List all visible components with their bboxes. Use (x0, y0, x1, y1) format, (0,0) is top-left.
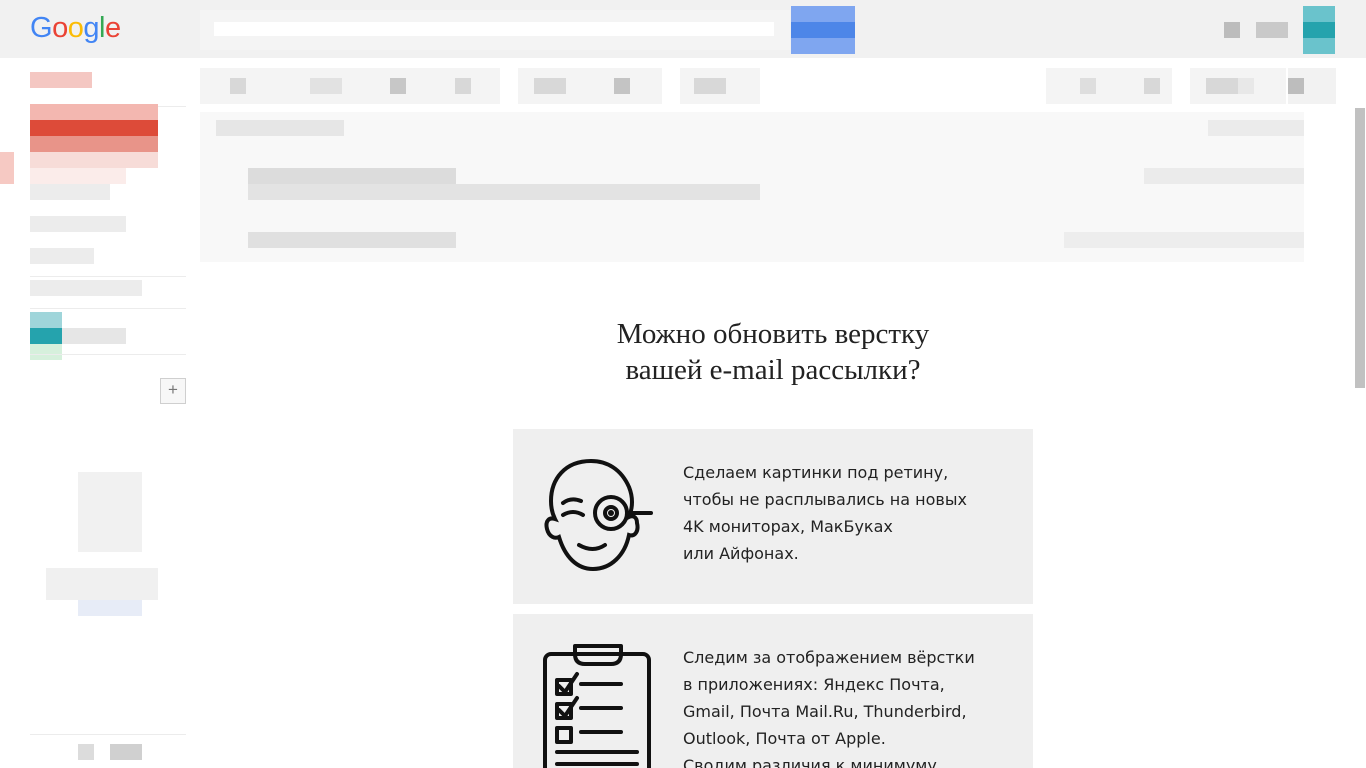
google-logo[interactable]: Google (30, 12, 121, 45)
phone-icon[interactable] (110, 744, 142, 760)
sidebar-item-drafts[interactable] (30, 248, 94, 264)
sender-name[interactable] (248, 168, 456, 184)
toolbar-group-actions (200, 68, 500, 104)
divider (30, 354, 186, 355)
hangouts-name[interactable] (62, 328, 126, 344)
message-toolbar (200, 60, 1366, 104)
hangouts-status (30, 344, 62, 360)
people-icon[interactable] (78, 744, 94, 760)
avatar[interactable] (1303, 6, 1335, 54)
subject-line (216, 120, 344, 136)
toolbar-more (680, 68, 760, 104)
hangouts-avatar[interactable] (30, 328, 62, 344)
more-icon[interactable] (694, 78, 726, 94)
sidebar-item-starred[interactable] (30, 184, 110, 200)
card-2-line: Сводим различия к минимуму. (683, 756, 942, 768)
next-arrow-icon[interactable] (1238, 78, 1254, 94)
message-date-2 (1064, 232, 1304, 248)
logo-letter: G (30, 12, 53, 44)
compose-button[interactable] (30, 120, 158, 136)
logo-letter: o (67, 12, 84, 44)
search-bar[interactable] (200, 10, 790, 50)
hangouts-promo-link[interactable] (78, 600, 142, 616)
headline-line-2: вашей e-mail рассылки? (625, 354, 921, 386)
compose-button-top[interactable] (30, 104, 158, 120)
card-1-line: 4K мониторах, МакБуках (683, 517, 893, 536)
left-sidebar: + (0, 58, 190, 768)
report-icon[interactable] (310, 78, 342, 94)
logo-letter: e (104, 12, 121, 44)
compose-button-bottom[interactable] (30, 136, 158, 152)
message-header (200, 112, 1304, 262)
card-1-text: Сделаем картинки под ретину, чтобы не ра… (683, 459, 1013, 567)
sender-name-2[interactable] (248, 232, 456, 248)
apps-icon[interactable] (1224, 22, 1240, 38)
divider (30, 308, 186, 309)
dropdown-icon[interactable] (614, 78, 630, 94)
delete-icon[interactable] (390, 78, 406, 94)
logo-letter: g (83, 12, 99, 44)
mail-label[interactable] (30, 72, 92, 88)
message-actions[interactable] (1208, 120, 1304, 136)
prev-arrow-icon[interactable] (1206, 78, 1238, 94)
card-1-line: Сделаем картинки под ретину, (683, 463, 949, 482)
toolbar-group-labels (518, 68, 662, 104)
search-input[interactable] (214, 22, 774, 36)
headline-line-1: Можно обновить верстку (616, 318, 930, 350)
card-1-line: чтобы не расплывались на новых (683, 490, 967, 509)
feature-card-clients: Следим за отображением вёрстки в приложе… (513, 614, 1033, 768)
settings-group (1288, 68, 1336, 104)
page-count (1080, 78, 1096, 94)
new-chat-button[interactable]: + (160, 378, 186, 404)
notifications-icon[interactable] (1256, 22, 1288, 38)
top-bar: Google (0, 0, 1366, 58)
archive-icon[interactable] (230, 78, 246, 94)
sidebar-item-more[interactable] (30, 280, 142, 296)
hangouts-promo-text (46, 568, 158, 600)
hangouts-avatar-top (30, 312, 62, 328)
scrollbar[interactable] (1355, 108, 1365, 388)
gear-icon[interactable] (1288, 78, 1304, 94)
sidebar-item-inbox-label[interactable] (30, 168, 126, 184)
clipboard-checklist-icon (543, 644, 651, 768)
recipient-line (248, 184, 760, 200)
winking-face-magnifier-icon (544, 458, 653, 572)
card-2-line: в приложениях: Яндекс Почта, (683, 675, 945, 694)
pagination (1046, 68, 1172, 104)
search-button[interactable] (791, 6, 855, 54)
sidebar-item-sent[interactable] (30, 216, 126, 232)
logo-letter: o (52, 12, 68, 44)
card-2-line: Следим за отображением вёрстки (683, 648, 975, 667)
inbox-indicator (0, 152, 14, 184)
feature-card-retina: Сделаем картинки под ретину, чтобы не ра… (513, 429, 1033, 604)
card-2-line: Outlook, Почта от Apple. (683, 729, 886, 748)
label-icon[interactable] (534, 78, 566, 94)
card-2-text: Следим за отображением вёрстки в приложе… (683, 644, 1013, 768)
email-headline: Можно обновить верстку вашей e-mail расс… (513, 316, 1033, 388)
gmail-window: Google + Можно обновить верстку вашей e-… (0, 0, 1366, 768)
message-date (1144, 168, 1304, 184)
move-icon[interactable] (455, 78, 471, 94)
divider (30, 276, 186, 277)
plus-icon: + (168, 380, 178, 399)
pagination-arrows (1190, 68, 1286, 104)
divider (30, 734, 186, 735)
card-2-line: Gmail, Почта Mail.Ru, Thunderbird, (683, 702, 967, 721)
page-count-alt (1144, 78, 1160, 94)
sidebar-item-inbox[interactable] (30, 152, 158, 168)
hangouts-illustration (78, 472, 142, 552)
card-1-line: или Айфонах. (683, 544, 799, 563)
